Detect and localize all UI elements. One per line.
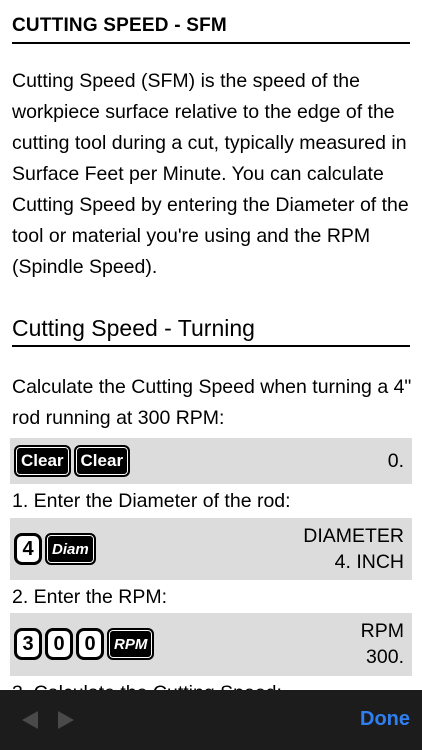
digit-key: 4 (14, 533, 42, 565)
calculator-display: DIAMETER 4. INCH (303, 523, 404, 575)
clear-key: Clear (73, 445, 131, 477)
calculator-display: RPM 300. (361, 618, 404, 670)
section-title: Cutting Speed - Turning (12, 313, 410, 347)
digit-key: 0 (45, 628, 73, 660)
display-label: DIAMETER (303, 525, 404, 547)
digit-key: 0 (76, 628, 104, 660)
arrow-left-icon[interactable] (22, 711, 38, 729)
step-1-keystroke-bar: 4 Diam DIAMETER 4. INCH (10, 518, 412, 580)
display-label: RPM (360, 620, 404, 642)
step-2-keys: 3 0 0 RPM (14, 628, 155, 660)
display-value: 300. (366, 646, 404, 668)
clear-keystroke-bar: Clear Clear 0. (10, 438, 412, 484)
intro-text: Cutting Speed (SFM) is the speed of the … (12, 70, 409, 278)
step-2-keystroke-bar: 3 0 0 RPM RPM 300. (10, 613, 412, 676)
step-3-text: 3. Calculate the Cutting Speed: (12, 678, 412, 690)
arrow-right-icon[interactable] (58, 711, 74, 729)
rpm-key: RPM (107, 628, 155, 660)
done-button[interactable]: Done (360, 708, 410, 731)
page-title: CUTTING SPEED - SFM (12, 14, 410, 44)
clear-keys: Clear Clear (14, 445, 131, 477)
calculator-display: 0. (387, 450, 404, 472)
step-2-text: 2. Enter the RPM: (12, 586, 167, 608)
bottom-toolbar: Done (0, 690, 422, 750)
example-intro: Calculate the Cutting Speed when turning… (12, 376, 412, 429)
help-content: CUTTING SPEED - SFM Cutting Speed (SFM) … (0, 0, 422, 690)
digit-key: 3 (14, 628, 42, 660)
diam-key: Diam (45, 533, 96, 565)
display-value: 4. INCH (334, 551, 404, 573)
clear-key: Clear (14, 445, 71, 477)
step-1-keys: 4 Diam (14, 533, 96, 565)
step-1-text: 1. Enter the Diameter of the rod: (12, 490, 291, 512)
